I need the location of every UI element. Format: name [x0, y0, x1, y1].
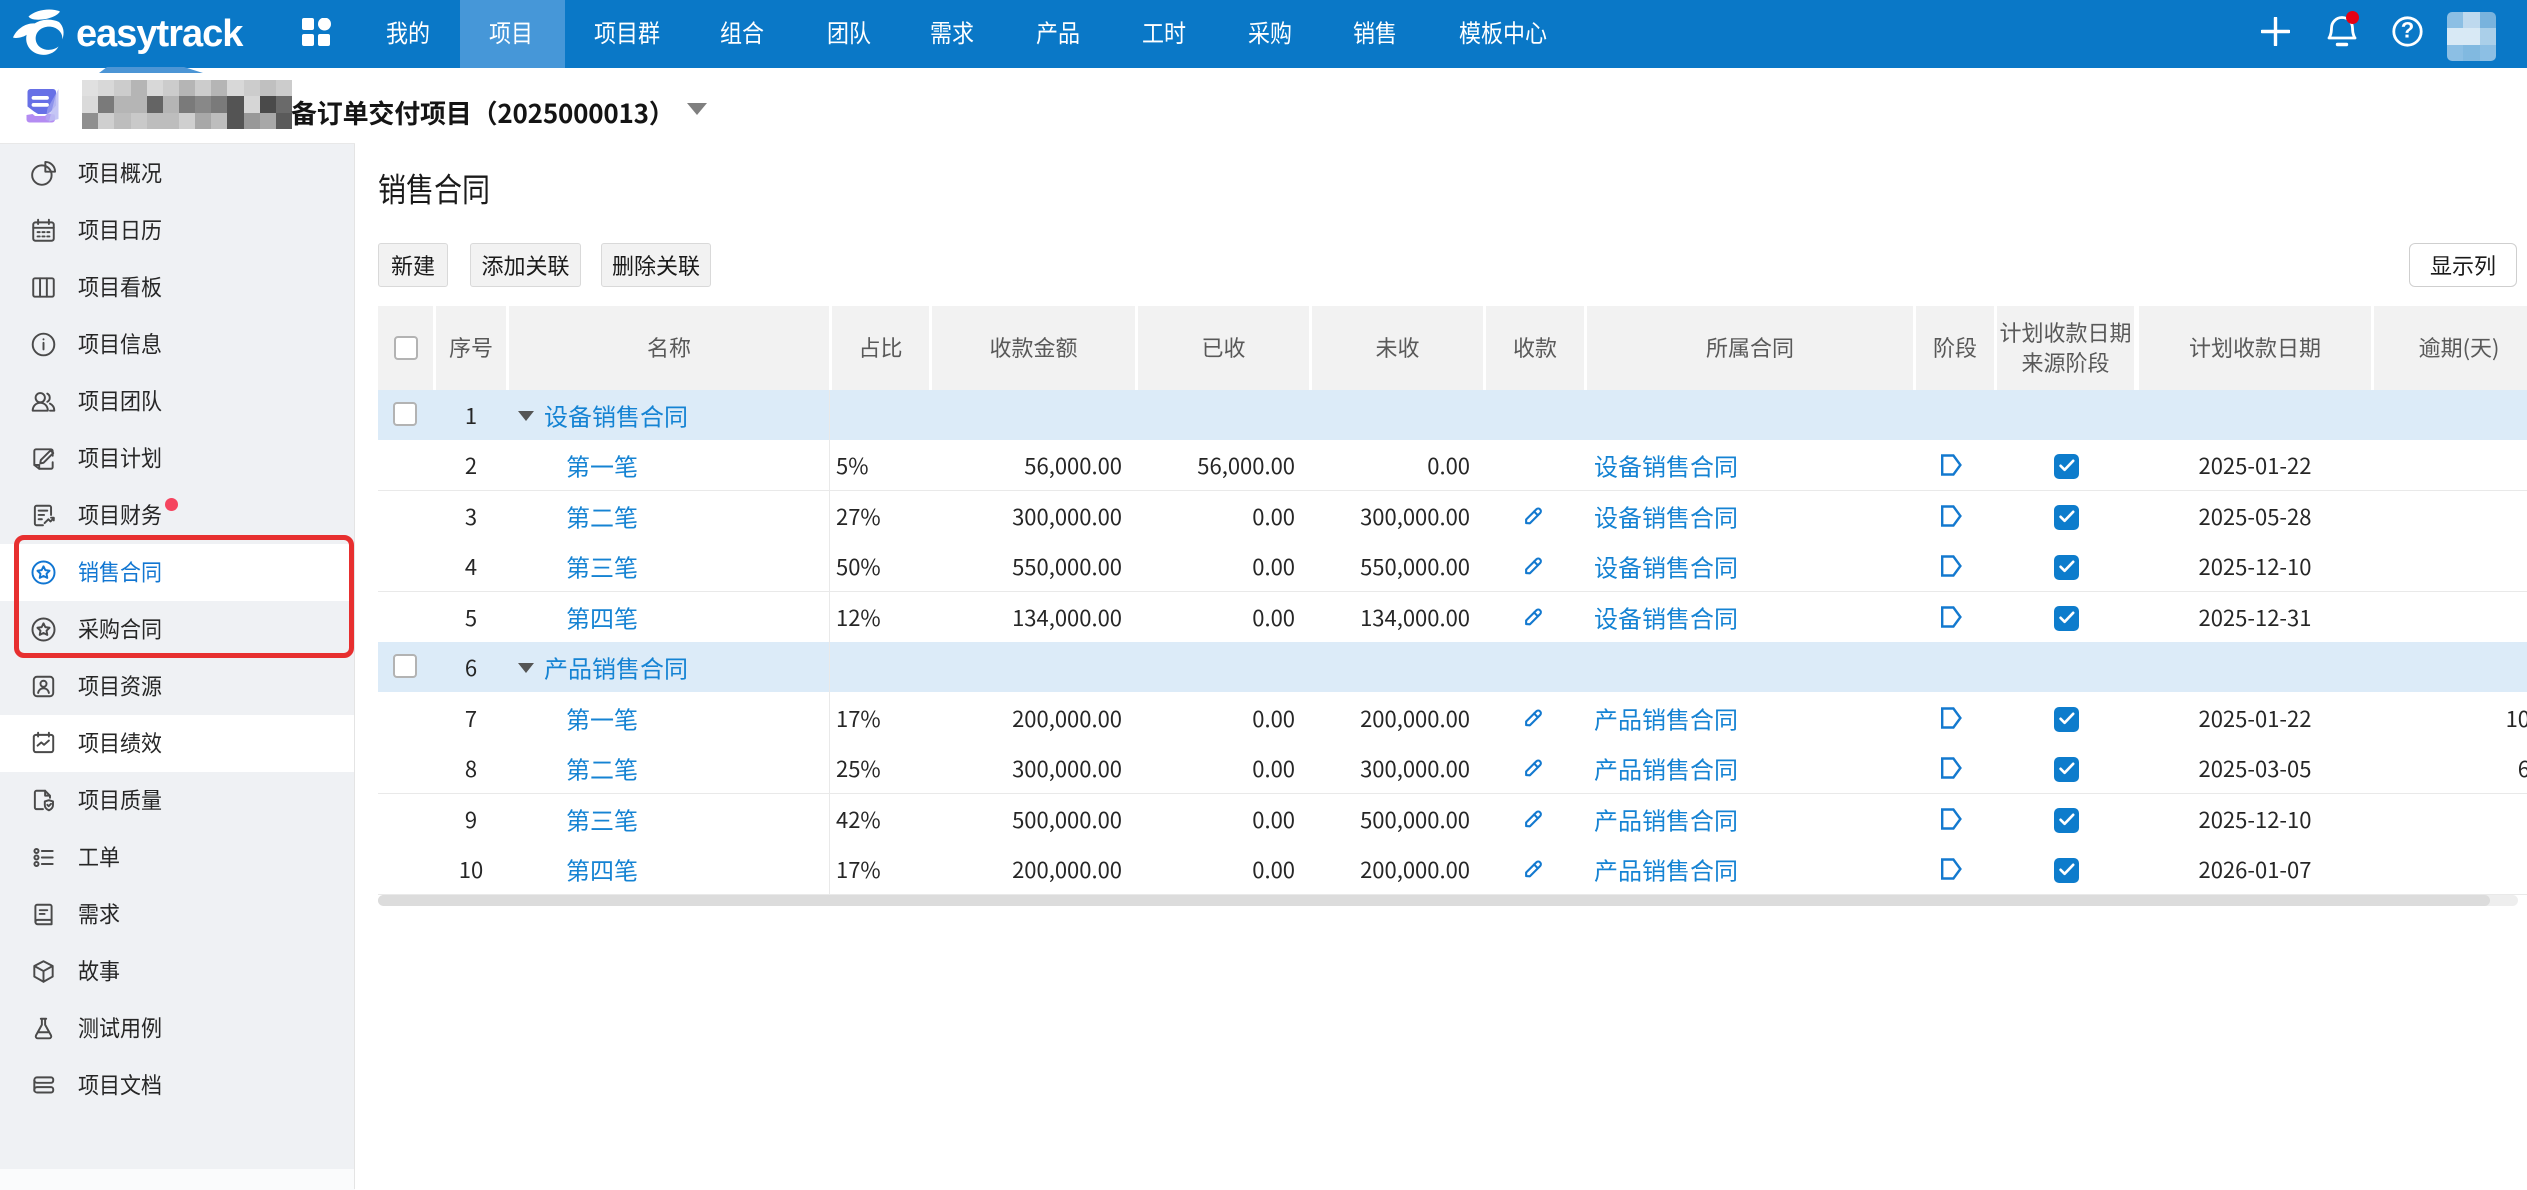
svg-text:?: ?: [2401, 18, 2414, 43]
